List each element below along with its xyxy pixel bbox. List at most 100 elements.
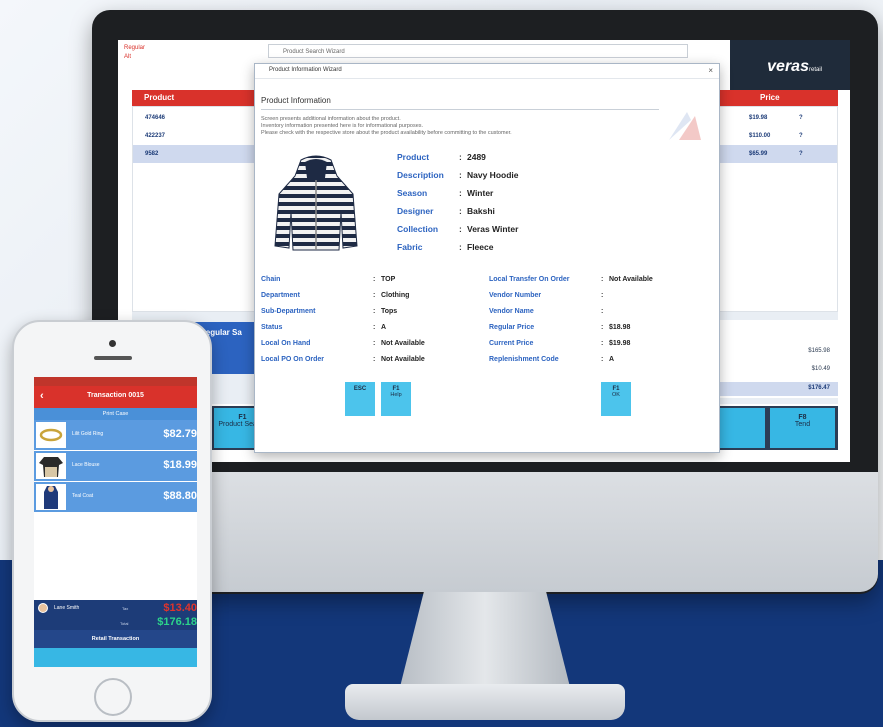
veras-watermark-icon [669, 112, 701, 140]
field-value: Not Available [609, 276, 653, 283]
transaction-title: Transaction 0015 [87, 392, 144, 399]
help-button[interactable]: F1 Help [381, 382, 411, 416]
intro-line: Inventory information presented here is … [261, 123, 424, 129]
brand-name: veras [767, 58, 809, 75]
field-label: Regular Price [489, 324, 535, 331]
row-info-icon[interactable]: ? [799, 151, 803, 157]
ok-button[interactable]: F1 OK [601, 382, 631, 416]
field-colon: : [373, 292, 376, 299]
field-colon: : [373, 324, 376, 331]
field-label: Fabric [397, 242, 423, 252]
field-value: Navy Hoodie [467, 170, 519, 180]
field-label: Local Transfer On Order [489, 276, 570, 283]
row-info-icon[interactable]: ? [799, 115, 803, 121]
mobile-nav-bar: Transaction 0015 ‹ [34, 386, 197, 408]
field-colon: : [373, 276, 376, 283]
row-price: $110.00 [749, 133, 771, 139]
field-label: Department [261, 292, 300, 299]
field-value: $19.98 [609, 340, 631, 347]
field-value: 2489 [467, 152, 486, 162]
row-price: $65.99 [749, 151, 768, 157]
row-price: $19.98 [749, 115, 768, 121]
field-label: Local On Hand [261, 340, 311, 347]
product-search-input[interactable]: Product Search Wizard [268, 44, 688, 58]
list-item[interactable]: Lace Blouse $18.99 [34, 451, 197, 482]
button-key: ESC [353, 386, 367, 392]
fkey-label: Tend [794, 421, 811, 428]
item-thumbnail [36, 422, 66, 448]
blouse-icon [39, 457, 63, 477]
phone-speaker [94, 356, 132, 360]
field-label: Collection [397, 224, 439, 234]
grand-total: $176.47 [808, 385, 830, 391]
field-colon: : [601, 292, 604, 299]
row-product-code: 474646 [145, 115, 166, 121]
retail-transaction-button[interactable]: Retail Transaction [34, 630, 197, 648]
customer-row[interactable]: Lane Smith Tax $13.40 [34, 600, 197, 616]
subtotal-value: $165.98 [808, 348, 830, 354]
dialog-titlebar: Product Information Wizard × [255, 64, 719, 79]
fkey-key: F8 [798, 414, 807, 421]
field-value: Not Available [381, 356, 425, 363]
mobile-screen: Transaction 0015 ‹ Print Case Lilit Gold… [34, 377, 197, 667]
field-colon: : [459, 188, 462, 198]
field-colon: : [601, 356, 604, 363]
mode-label-regular[interactable]: Regular [124, 44, 145, 53]
item-price: $88.80 [163, 490, 197, 502]
item-name: Lace Blouse [72, 462, 100, 468]
row-info-icon[interactable]: ? [799, 133, 803, 139]
column-price[interactable]: Price [760, 93, 780, 102]
esc-button[interactable]: ESC [345, 382, 375, 416]
mobile-subheader[interactable]: Print Case [34, 408, 197, 420]
field-label: Description [397, 170, 444, 180]
column-product[interactable]: Product [144, 93, 174, 102]
item-name: Lilit Gold Ring [72, 431, 104, 437]
field-value: Not Available [381, 340, 425, 347]
total-value: $176.18 [157, 616, 197, 628]
field-value: Bakshi [467, 206, 495, 216]
fkey-key: F1 [238, 414, 247, 421]
item-thumbnail [36, 484, 66, 510]
status-bar [34, 377, 197, 386]
item-thumbnail [36, 453, 66, 479]
row-product-code: 422237 [145, 133, 166, 139]
field-colon: : [459, 170, 462, 180]
brand-area: verasretail [730, 40, 850, 90]
field-colon: : [459, 224, 462, 234]
field-label: Vendor Number [489, 292, 542, 299]
field-value: Winter [467, 188, 494, 198]
button-label: Help [390, 392, 402, 398]
mode-label-alt[interactable]: Alt [124, 53, 145, 62]
section-title: Product Information [261, 96, 331, 105]
phone-home-button[interactable] [94, 678, 132, 716]
button-label: OK [612, 392, 620, 398]
customer-name: Lane Smith [54, 605, 80, 611]
tax-value: $10.49 [811, 366, 830, 372]
field-value: Tops [381, 308, 398, 315]
close-icon[interactable]: × [708, 66, 713, 75]
field-label: Product [397, 152, 430, 162]
field-value: Fleece [467, 242, 494, 252]
item-price: $82.79 [163, 428, 197, 440]
field-colon: : [601, 308, 604, 315]
product-information-dialog: Product Information Wizard × Product Inf… [254, 63, 720, 453]
back-chevron-icon[interactable]: ‹ [40, 390, 44, 402]
field-value: A [609, 356, 615, 363]
mobile-tab-bar[interactable] [34, 648, 197, 667]
ring-icon [39, 428, 63, 442]
field-colon: : [459, 242, 462, 252]
field-value: Clothing [381, 292, 410, 299]
list-item[interactable]: Lilit Gold Ring $82.79 [34, 420, 197, 451]
smartphone: Transaction 0015 ‹ Print Case Lilit Gold… [12, 320, 212, 722]
field-label: Current Price [489, 340, 534, 347]
list-item[interactable]: Teal Coat $88.80 [34, 482, 197, 513]
total-row: Total $176.18 [34, 616, 197, 630]
intro-line: Please check with the respective store a… [261, 130, 512, 136]
field-colon: : [373, 340, 376, 347]
monitor-stand-base [345, 684, 625, 720]
field-label: Designer [397, 206, 434, 216]
field-colon: : [601, 340, 604, 347]
field-label: Vendor Name [489, 308, 534, 315]
f8-tend-button[interactable]: F8 Tend [770, 408, 836, 448]
row-product-code: 9582 [145, 151, 159, 157]
